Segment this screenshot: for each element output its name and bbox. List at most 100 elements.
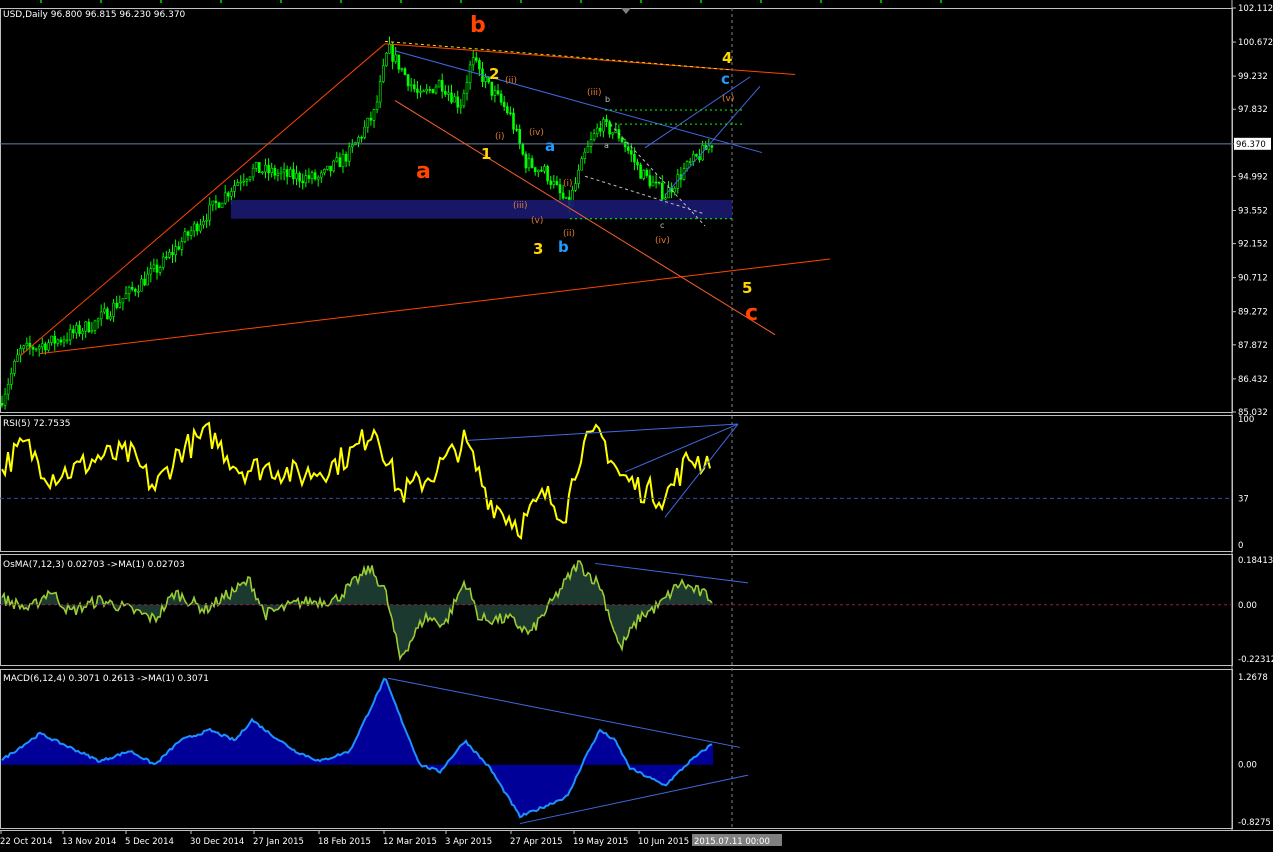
candle-body: [146, 273, 149, 286]
time-axis-label: 27 Apr 2015: [510, 837, 563, 847]
candle-body: [273, 167, 277, 176]
candle-body: [34, 348, 38, 351]
candle-body: [515, 128, 518, 131]
candle-body: [149, 268, 153, 275]
candle-body: [186, 231, 190, 236]
candle-body: [642, 169, 646, 179]
price-header: USD,Daily 96.800 96.815 96.230 96.370: [3, 10, 186, 20]
candle-body: [629, 150, 633, 155]
candle-body: [434, 86, 438, 94]
candle-body: [208, 204, 211, 221]
candle-body: [19, 348, 22, 356]
candle-body: [282, 169, 286, 173]
candle-body: [543, 166, 546, 172]
candle-body: [288, 169, 292, 177]
candle-body: [196, 223, 199, 232]
candle-body: [217, 202, 221, 208]
candle-body: [391, 44, 394, 62]
candle-body: [248, 176, 252, 180]
wave-label-17: (ii): [563, 229, 575, 239]
candle-body: [10, 372, 13, 385]
rsi-panel[interactable]: [0, 421, 1232, 541]
wave-label-22: b: [605, 95, 610, 104]
candle-body: [608, 121, 611, 135]
candle-body: [695, 154, 698, 157]
candle-body: [326, 165, 329, 170]
candle-body: [270, 167, 274, 174]
time-axis-label: 3 Apr 2015: [445, 837, 492, 847]
toolbar-mark: [640, 0, 642, 3]
candle-body: [375, 101, 379, 110]
candle-body: [205, 219, 208, 222]
candle-body: [254, 162, 258, 169]
candle-body: [369, 117, 373, 121]
candle-body: [564, 196, 568, 199]
candle-body: [381, 65, 385, 82]
candle-body: [310, 172, 314, 179]
candle-body: [47, 342, 50, 351]
candle-body: [440, 80, 444, 92]
candle-body: [419, 90, 422, 93]
price-axis-label: 90.712: [1238, 274, 1268, 284]
candle-body: [143, 278, 146, 286]
price-panel[interactable]: [0, 36, 1236, 410]
candle-body: [298, 173, 301, 182]
wave-label-0: b: [470, 13, 486, 38]
toolbar-mark: [820, 0, 822, 3]
candle-body: [16, 354, 19, 362]
candle-body: [87, 321, 91, 333]
candle-body: [329, 165, 332, 172]
candle-body: [112, 302, 115, 317]
candle-body: [183, 231, 187, 242]
candle-body: [664, 197, 667, 200]
wave-label-14: (iv): [529, 128, 544, 138]
price-axis-label: 97.832: [1238, 105, 1268, 115]
candle-body: [462, 92, 466, 107]
candle-body: [536, 169, 540, 173]
candle-body: [437, 80, 441, 88]
candle-body: [227, 192, 230, 197]
panel-border-1: [0, 415, 1233, 552]
candle-body: [25, 342, 29, 347]
candle-body: [192, 223, 196, 232]
cursor-time-label: 2015.07.11 00:00: [694, 837, 770, 847]
candle-body: [44, 343, 47, 351]
candle-body: [202, 220, 205, 226]
candle-body: [338, 157, 342, 168]
candle-body: [0, 402, 4, 406]
candle-body: [103, 308, 106, 313]
axes: 102.112 100.672 99.232 97.832 96.370 94.992 93…: [0, 4, 1273, 847]
macd-panel[interactable]: [1, 677, 749, 825]
candle-body: [93, 320, 97, 331]
candle-body: [602, 119, 605, 132]
candle-body: [592, 133, 596, 141]
candle-body: [366, 117, 370, 128]
candle-body: [456, 96, 460, 108]
wave-label-19: (iv): [655, 236, 670, 246]
candle-body: [50, 335, 53, 344]
candle-body: [521, 143, 525, 155]
candle-body: [518, 129, 522, 145]
candle-body: [394, 54, 398, 62]
candle-body: [654, 181, 658, 184]
candle-body: [667, 187, 670, 199]
candle-body: [140, 278, 143, 292]
wave-label-20: (v): [722, 94, 734, 104]
price-axis-label: 99.232: [1238, 72, 1268, 82]
candle-body: [177, 246, 180, 250]
time-axis-label: 5 Dec 2014: [125, 837, 174, 847]
candle-body: [512, 112, 515, 130]
osma-axis-label: -0.22312: [1238, 655, 1273, 665]
price-axis-label: 96.370: [1236, 140, 1266, 150]
macd-trendline: [387, 677, 741, 748]
wave-label-12: (ii): [505, 76, 517, 86]
candle-body: [657, 181, 661, 184]
wave-label-2: c: [745, 301, 758, 326]
candle-body: [447, 92, 450, 95]
candle-body: [450, 92, 453, 103]
osma-panel[interactable]: [0, 560, 1232, 662]
candle-body: [267, 164, 270, 174]
candle-body: [388, 44, 391, 54]
candle-body: [357, 136, 360, 143]
candle-body: [152, 264, 156, 269]
